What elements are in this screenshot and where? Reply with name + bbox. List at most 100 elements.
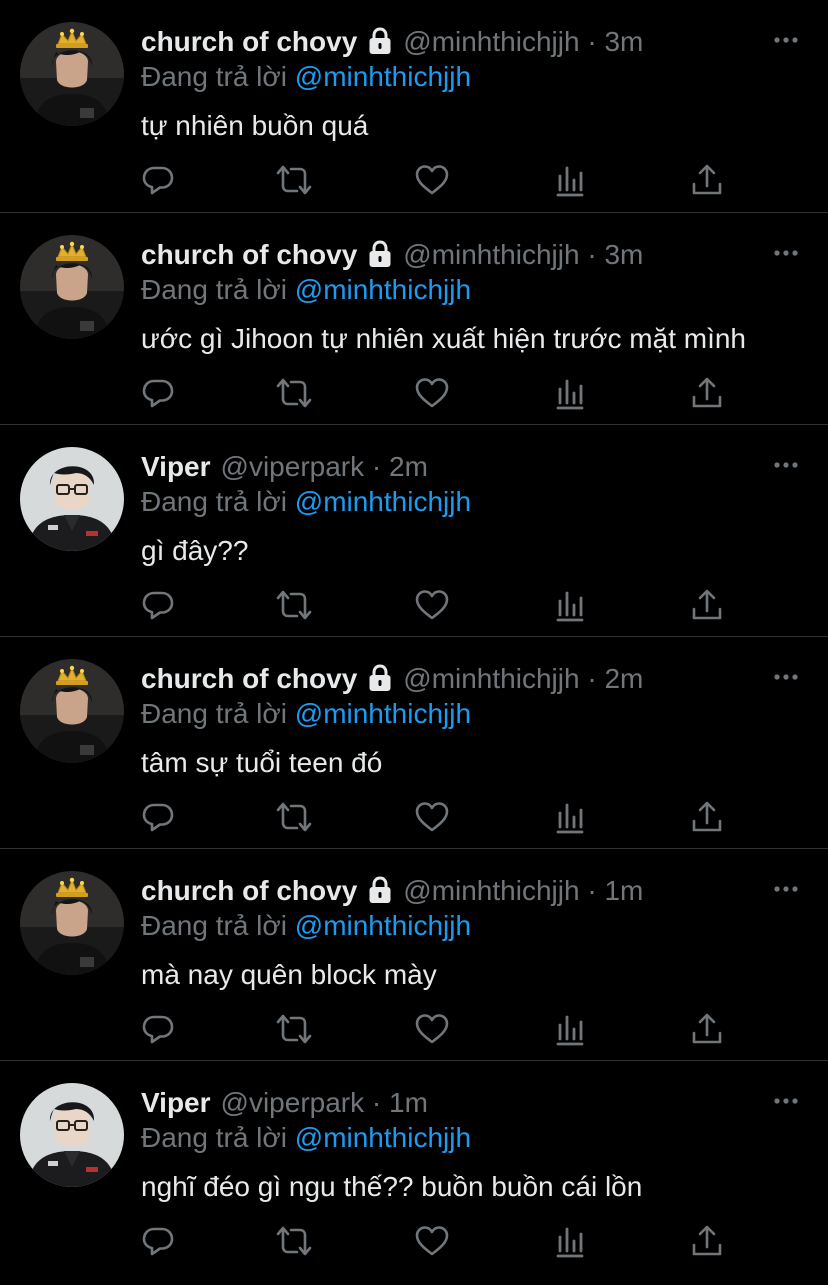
timestamp[interactable]: 2m [604,663,643,694]
more-options-icon[interactable] [772,243,800,263]
glasses-avatar[interactable] [20,1083,124,1187]
user-handle[interactable]: @viperpark [221,451,365,482]
share-icon[interactable] [687,797,727,837]
more-options-icon[interactable] [772,1091,800,1111]
display-name[interactable]: church of chovy [141,26,357,57]
crown-avatar[interactable] [20,22,124,126]
display-name[interactable]: church of chovy [141,663,357,694]
separator-dot: · [587,239,597,270]
lock-icon [367,875,393,903]
display-name[interactable]: Viper [141,451,211,482]
reply-icon[interactable] [138,797,178,837]
retweet-icon[interactable] [274,585,314,625]
timeline: church of chovy @minhthichjjh · 3m Đang t… [0,0,828,1285]
timestamp[interactable]: 3m [604,239,643,270]
tweet-text: gì đây?? [141,535,249,566]
replying-to-label: Đang trả lời [141,698,287,729]
replying-to-label: Đang trả lời [141,910,287,941]
user-handle[interactable]: @minhthichjjh [403,875,579,906]
lock-slot [357,239,393,270]
user-handle[interactable]: @minhthichjjh [403,26,579,57]
replying-to-handle[interactable]: @minhthichjjh [295,274,471,305]
action-bar [0,797,828,837]
replying-to-handle[interactable]: @minhthichjjh [295,486,471,517]
glasses-avatar[interactable] [20,447,124,551]
separator-dot: · [587,875,597,906]
crown-avatar[interactable] [20,235,124,339]
tweet-5[interactable]: church of chovy @minhthichjjh · 1m Đang t… [0,848,828,1060]
like-icon[interactable] [412,1009,452,1049]
action-bar [0,160,828,200]
analytics-icon[interactable] [550,373,590,413]
timestamp[interactable]: 2m [389,451,428,482]
user-handle[interactable]: @minhthichjjh [403,663,579,694]
replying-to-handle[interactable]: @minhthichjjh [295,698,471,729]
analytics-icon[interactable] [550,797,590,837]
replying-to: Đang trả lời @minhthichjjh [141,694,471,734]
tweet-header: church of chovy @minhthichjjh · 3m [141,22,768,62]
lock-icon [367,239,393,267]
tweet-text: tâm sự tuổi teen đó [141,747,383,778]
crown-avatar[interactable] [20,871,124,975]
separator-dot: · [587,663,597,694]
separator-dot: · [371,1087,382,1118]
separator-dot: · [587,26,597,57]
reply-icon[interactable] [138,160,178,200]
retweet-icon[interactable] [274,1221,314,1261]
user-handle[interactable]: @viperpark [221,1087,365,1118]
retweet-icon[interactable] [274,160,314,200]
user-handle[interactable]: @minhthichjjh [403,239,579,270]
reply-icon[interactable] [138,585,178,625]
more-options-icon[interactable] [772,30,800,50]
replying-to-label: Đang trả lời [141,486,287,517]
like-icon[interactable] [412,373,452,413]
replying-to: Đang trả lời @minhthichjjh [141,270,471,310]
display-name[interactable]: church of chovy [141,239,357,270]
reply-icon[interactable] [138,373,178,413]
share-icon[interactable] [687,160,727,200]
analytics-icon[interactable] [550,585,590,625]
like-icon[interactable] [412,585,452,625]
retweet-icon[interactable] [274,1009,314,1049]
tweet-1[interactable]: church of chovy @minhthichjjh · 3m Đang t… [0,0,828,212]
crown-avatar[interactable] [20,659,124,763]
action-bar [0,1221,828,1261]
tweet-4[interactable]: church of chovy @minhthichjjh · 2m Đang t… [0,636,828,848]
replying-to: Đang trả lời @minhthichjjh [141,906,471,946]
tweet-6[interactable]: Viper @viperpark · 1m Đang trả lời @minht… [0,1060,828,1272]
like-icon[interactable] [412,160,452,200]
action-bar [0,373,828,413]
lock-slot [357,663,393,694]
tweet-header: Viper @viperpark · 2m [141,447,768,487]
share-icon[interactable] [687,1009,727,1049]
timestamp[interactable]: 3m [604,26,643,57]
tweet-3[interactable]: Viper @viperpark · 2m Đang trả lời @minht… [0,424,828,636]
replying-to-handle[interactable]: @minhthichjjh [295,910,471,941]
replying-to-handle[interactable]: @minhthichjjh [295,1122,471,1153]
tweet-2[interactable]: church of chovy @minhthichjjh · 3m Đang t… [0,212,828,424]
analytics-icon[interactable] [550,160,590,200]
share-icon[interactable] [687,1221,727,1261]
display-name[interactable]: church of chovy [141,875,357,906]
share-icon[interactable] [687,585,727,625]
replying-to: Đang trả lời @minhthichjjh [141,1118,471,1158]
like-icon[interactable] [412,797,452,837]
tweet-text: nghĩ đéo gì ngu thế?? buồn buồn cái lồn [141,1171,643,1202]
more-options-icon[interactable] [772,667,800,687]
retweet-icon[interactable] [274,373,314,413]
retweet-icon[interactable] [274,797,314,837]
more-options-icon[interactable] [772,879,800,899]
reply-icon[interactable] [138,1009,178,1049]
display-name[interactable]: Viper [141,1087,211,1118]
analytics-icon[interactable] [550,1009,590,1049]
timestamp[interactable]: 1m [389,1087,428,1118]
reply-icon[interactable] [138,1221,178,1261]
share-icon[interactable] [687,373,727,413]
analytics-icon[interactable] [550,1221,590,1261]
replying-to-handle[interactable]: @minhthichjjh [295,61,471,92]
like-icon[interactable] [412,1221,452,1261]
tweet-header: Viper @viperpark · 1m [141,1083,768,1123]
timestamp[interactable]: 1m [604,875,643,906]
more-options-icon[interactable] [772,455,800,475]
lock-slot [357,875,393,906]
